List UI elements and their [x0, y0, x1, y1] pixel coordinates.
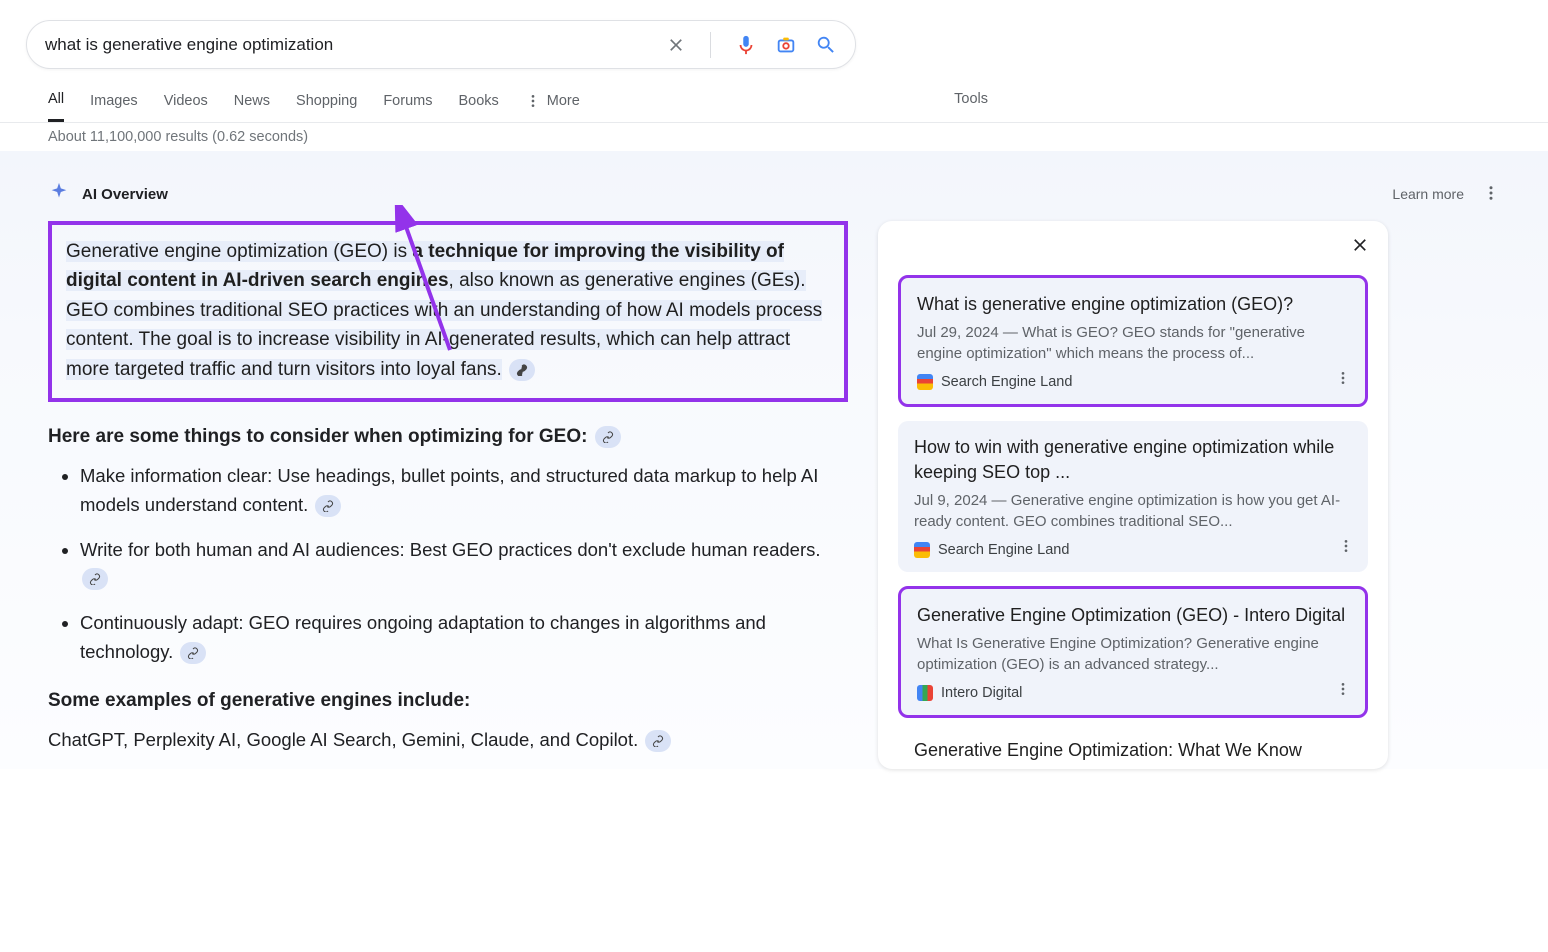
source-snippet: What Is Generative Engine Optimization? … [917, 633, 1349, 675]
sparkle-icon [48, 181, 70, 207]
image-search-icon[interactable] [775, 34, 797, 56]
source-card[interactable]: What is generative engine optimization (… [898, 275, 1368, 407]
list-item: Continuously adapt: GEO requires ongoing… [80, 609, 848, 666]
link-icon [89, 573, 101, 585]
tab-more[interactable]: More [525, 93, 580, 121]
search-bar[interactable] [26, 20, 856, 69]
sources-sidebar: What is generative engine optimization (… [878, 221, 1388, 769]
source-title: How to win with generative engine optimi… [914, 435, 1352, 484]
source-title: Generative Engine Optimization (GEO) - I… [917, 603, 1349, 627]
tab-books[interactable]: Books [458, 93, 498, 121]
examples-line: ChatGPT, Perplexity AI, Google AI Search… [48, 726, 848, 755]
main-area: AI Overview Learn more Generative engine… [0, 151, 1548, 769]
ai-summary-box: Generative engine optimization (GEO) is … [48, 221, 848, 402]
voice-search-icon[interactable] [735, 34, 757, 56]
link-icon [322, 500, 334, 512]
source-title: What is generative engine optimization (… [917, 292, 1349, 316]
source-card[interactable]: How to win with generative engine optimi… [898, 421, 1368, 572]
search-container [0, 0, 1548, 69]
link-icon [602, 431, 614, 443]
search-icons-group [666, 32, 837, 58]
citation-chip[interactable] [82, 568, 108, 590]
source-snippet: Jul 9, 2024 — Generative engine optimiza… [914, 490, 1352, 532]
card-menu-icon[interactable] [1335, 681, 1351, 701]
citation-chip[interactable] [180, 642, 206, 664]
source-name: Intero Digital [917, 685, 1349, 701]
favicon [917, 374, 933, 390]
learn-more-link[interactable]: Learn more [1392, 186, 1464, 202]
citation-chip[interactable] [595, 426, 621, 448]
search-icon[interactable] [815, 34, 837, 56]
citation-chip[interactable] [509, 359, 535, 381]
tab-news[interactable]: News [234, 93, 270, 121]
more-dots-icon [525, 93, 541, 109]
tab-all[interactable]: All [48, 91, 64, 122]
tab-more-label: More [547, 93, 580, 109]
divider [710, 32, 711, 58]
link-icon [187, 647, 199, 659]
tab-tools[interactable]: Tools [954, 91, 988, 119]
link-icon [516, 364, 528, 376]
tab-shopping[interactable]: Shopping [296, 93, 357, 121]
heading-consider: Here are some things to consider when op… [48, 426, 848, 448]
overflow-icon[interactable] [1482, 184, 1500, 205]
favicon [914, 542, 930, 558]
favicon [917, 685, 933, 701]
source-card[interactable]: Generative Engine Optimization (GEO) - I… [898, 586, 1368, 718]
ai-overview-content: Generative engine optimization (GEO) is … [48, 221, 848, 755]
card-menu-icon[interactable] [1338, 538, 1354, 558]
ai-overview-header: AI Overview Learn more [0, 181, 1548, 221]
tab-videos[interactable]: Videos [164, 93, 208, 121]
bullets-list: Make information clear: Use headings, bu… [48, 462, 848, 666]
list-item: Make information clear: Use headings, bu… [80, 462, 848, 519]
result-stats: About 11,100,000 results (0.62 seconds) [0, 123, 1548, 145]
tab-images[interactable]: Images [90, 93, 138, 121]
source-card-truncated[interactable]: Generative Engine Optimization: What We … [898, 732, 1368, 769]
card-menu-icon[interactable] [1335, 370, 1351, 390]
close-icon[interactable] [1350, 235, 1370, 255]
tabs-row: All Images Videos News Shopping Forums B… [0, 69, 1548, 123]
list-item: Write for both human and AI audiences: B… [80, 536, 848, 593]
source-snippet: Jul 29, 2024 — What is GEO? GEO stands f… [917, 322, 1349, 364]
summary-prefix: Generative engine optimization (GEO) is [66, 241, 412, 262]
citation-chip[interactable] [645, 730, 671, 752]
source-name: Search Engine Land [914, 542, 1352, 558]
heading-examples: Some examples of generative engines incl… [48, 690, 848, 712]
link-icon [652, 735, 664, 747]
source-name: Search Engine Land [917, 374, 1349, 390]
search-input[interactable] [45, 25, 666, 65]
citation-chip[interactable] [315, 495, 341, 517]
ai-overview-title: AI Overview [82, 186, 168, 203]
clear-icon[interactable] [666, 35, 686, 55]
tab-forums[interactable]: Forums [383, 93, 432, 121]
